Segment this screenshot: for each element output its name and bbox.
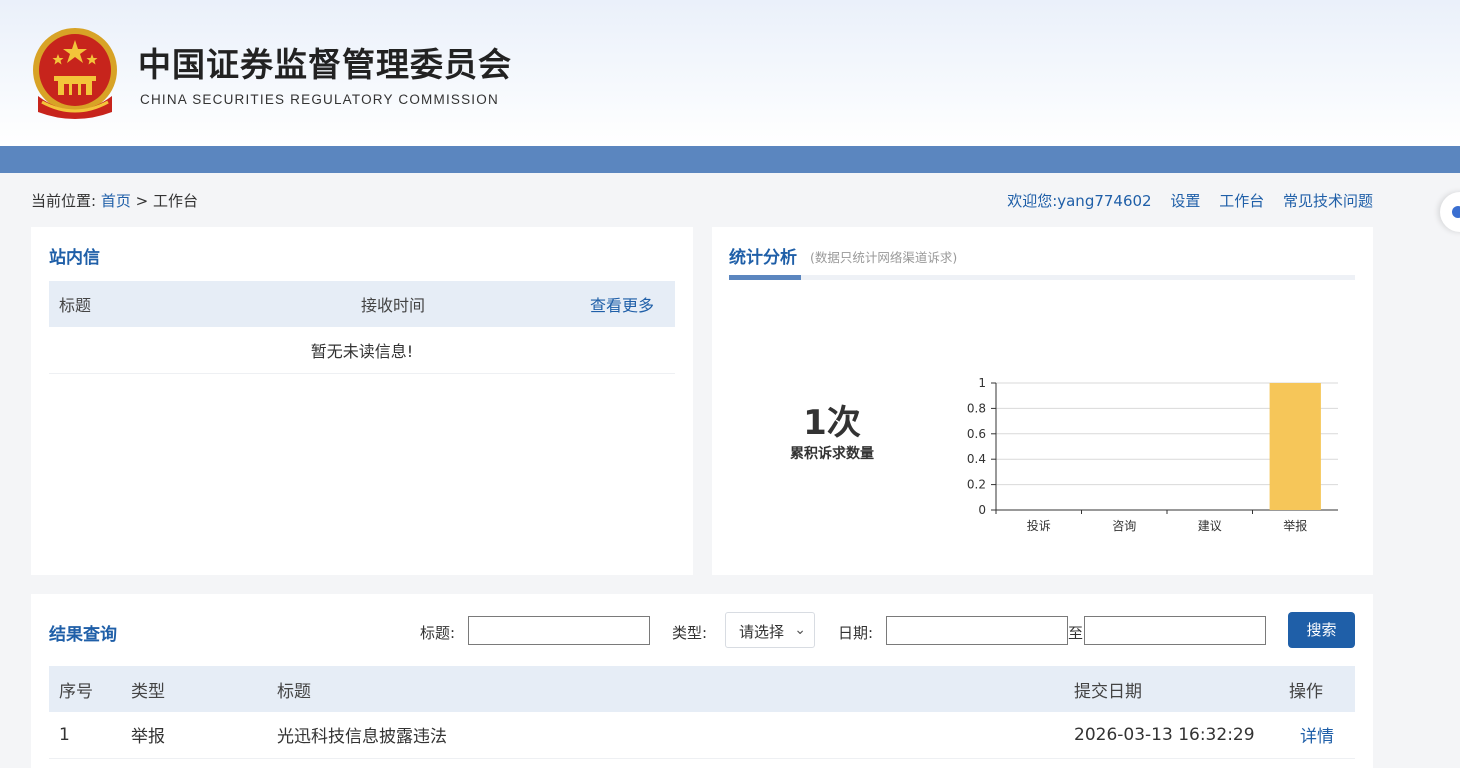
chart-y-tick-label: 0 <box>978 503 986 517</box>
inbox-empty-row: 暂无未读信息! <box>49 327 675 374</box>
chart-x-tick-label: 投诉 <box>1027 518 1051 533</box>
col-action: 操作 <box>1279 666 1355 712</box>
chart-y-tick-label: 0.4 <box>967 452 986 466</box>
chart-x-tick-label: 举报 <box>1283 518 1307 533</box>
breadcrumb-prefix: 当前位置: <box>31 192 97 210</box>
date-start-input[interactable] <box>886 616 1068 645</box>
stats-tab-active[interactable] <box>729 275 801 280</box>
chart-bar <box>1269 383 1321 510</box>
type-filter-label: 类型: <box>672 624 708 642</box>
date-to-label: 至 <box>1068 624 1084 642</box>
inbox-header-row: 标题 接收时间 查看更多 <box>49 281 675 327</box>
title-filter-input[interactable] <box>468 616 650 645</box>
col-date: 提交日期 <box>1064 666 1279 712</box>
breadcrumb-home-link[interactable]: 首页 <box>101 192 131 210</box>
col-title: 标题 <box>267 666 1064 712</box>
site-title-en: CHINA SECURITIES REGULATORY COMMISSION <box>140 92 499 107</box>
total-count-label: 累积诉求数量 <box>790 446 874 462</box>
national-emblem-icon <box>33 28 117 119</box>
stats-title: 统计分析 <box>729 243 797 268</box>
date-filter-label: 日期: <box>838 624 874 642</box>
results-header-row: 序号 类型 标题 提交日期 操作 <box>49 666 1355 712</box>
search-button[interactable]: 搜索 <box>1288 612 1355 648</box>
chart-y-tick-label: 0.2 <box>967 478 986 492</box>
row-no: 1 <box>49 712 121 759</box>
row-date: 2026-03-13 16:32:29 <box>1064 712 1279 759</box>
row-type: 举报 <box>121 712 267 759</box>
query-panel: 结果查询 标题: 类型: 请选择 ⌄ 日期: 至 搜索 序号 类型 标题 提交日… <box>31 594 1373 768</box>
details-link[interactable]: 详情 <box>1279 712 1355 759</box>
complaint-bar-chart: 0 0.2 0.4 0.6 0.8 1 投诉 咨询 建议 举报 <box>967 376 1338 533</box>
inbox-table: 标题 接收时间 查看更多 暂无未读信息! <box>49 281 675 374</box>
chart-y-tick-label: 0.6 <box>967 427 986 441</box>
breadcrumb-current: 工作台 <box>153 192 199 210</box>
chart-y-tick-label: 0.8 <box>967 401 986 415</box>
inbox-col-time: 接收时间 <box>349 281 569 327</box>
total-count: 1次 <box>803 403 861 443</box>
title-filter-label: 标题: <box>420 624 456 642</box>
stats-tab-line <box>729 275 1355 280</box>
view-more-link[interactable]: 查看更多 <box>569 281 675 327</box>
table-row: 1 举报 光迅科技信息披露违法 2026-03-13 16:32:29 详情 <box>49 712 1355 759</box>
workbench-link[interactable]: 工作台 <box>1219 192 1264 210</box>
chart-x-tick-label: 咨询 <box>1112 518 1136 533</box>
site-title-cn: 中国证券监督管理委员会 <box>138 45 512 84</box>
user-bar: 欢迎您:yang774602 设置 工作台 常见技术问题 <box>1007 190 1373 211</box>
type-select[interactable]: 请选择 ⌄ <box>725 612 815 648</box>
results-table: 序号 类型 标题 提交日期 操作 1 举报 光迅科技信息披露违法 2026-03… <box>49 666 1355 759</box>
col-no: 序号 <box>49 666 121 712</box>
faq-link[interactable]: 常见技术问题 <box>1283 192 1373 210</box>
inbox-panel: 站内信 标题 接收时间 查看更多 暂无未读信息! <box>31 227 693 575</box>
row-title: 光迅科技信息披露违法 <box>267 712 1064 759</box>
date-end-input[interactable] <box>1084 616 1266 645</box>
stats-subtitle: (数据只统计网络渠道诉求) <box>810 250 958 265</box>
site-header: 中国证券监督管理委员会 CHINA SECURITIES REGULATORY … <box>0 0 1460 146</box>
stats-title-text: 统计分析 <box>729 248 797 268</box>
col-type: 类型 <box>121 666 267 712</box>
breadcrumb-separator: > <box>135 192 149 210</box>
side-widget-button[interactable] <box>1440 192 1460 232</box>
stats-panel: 统计分析 (数据只统计网络渠道诉求) 1次 累积诉求数量 0 0.2 0.4 0.6 0… <box>712 227 1373 575</box>
nav-bar <box>0 146 1460 173</box>
settings-link[interactable]: 设置 <box>1170 192 1200 210</box>
chart-y-tick-label: 1 <box>978 376 986 390</box>
welcome-text: 欢迎您:yang774602 <box>1007 192 1152 210</box>
query-title: 结果查询 <box>49 625 117 645</box>
chart-x-tick-label: 建议 <box>1198 519 1222 533</box>
inbox-col-title: 标题 <box>49 281 349 327</box>
inbox-title: 站内信 <box>49 248 100 268</box>
chevron-down-icon: ⌄ <box>794 622 806 638</box>
breadcrumb: 当前位置: 首页 > 工作台 <box>31 190 198 211</box>
inbox-empty-text: 暂无未读信息! <box>49 327 675 374</box>
type-select-value: 请选择 <box>739 623 785 641</box>
